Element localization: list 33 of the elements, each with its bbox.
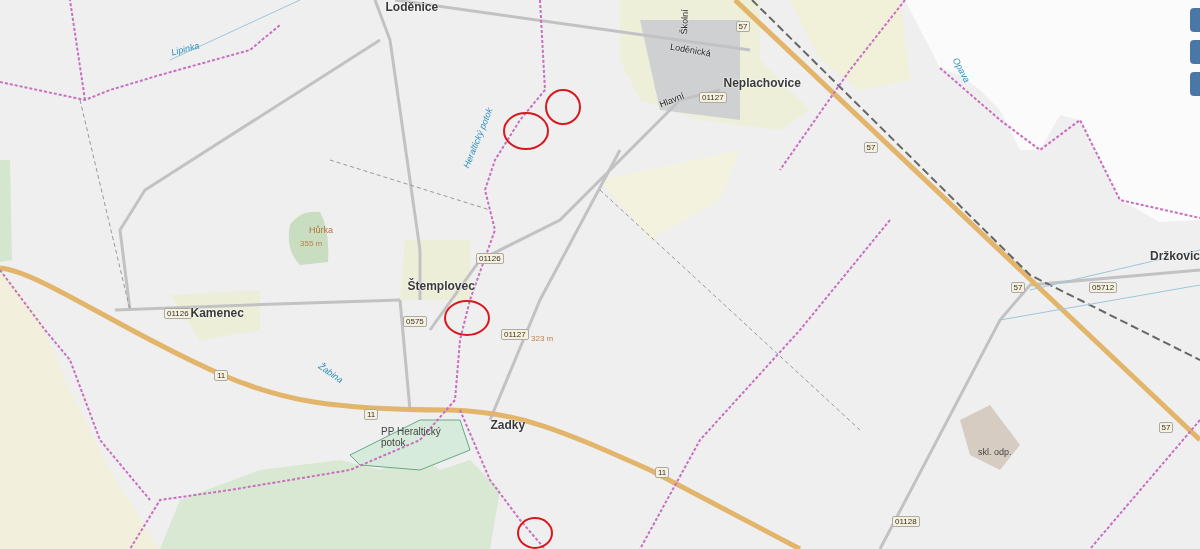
settlement-label: Neplachovice xyxy=(723,76,801,90)
road-number-label: 01126 xyxy=(476,252,504,264)
settlement-label: Loděnice xyxy=(385,0,439,14)
elevation-label: 355 m xyxy=(300,238,323,248)
settlement-label: Štemplovec xyxy=(407,279,475,293)
settlement-label: Držkovic xyxy=(1150,249,1200,263)
street-label: Školní xyxy=(678,9,690,35)
road-number-label: 01127 xyxy=(699,91,727,103)
annotation-circle xyxy=(545,89,581,125)
area-label: PP Heraltický potok xyxy=(381,426,441,448)
settlement-label: Kamenec xyxy=(190,306,244,320)
street-label: Loděnická xyxy=(668,41,712,59)
road-number-label: 01126 xyxy=(164,307,192,319)
road-number-label: 57 xyxy=(1010,281,1026,293)
road-number-label: 11 xyxy=(655,466,670,478)
settlement-label: Zadky xyxy=(490,418,526,432)
stream-label: Lipinka xyxy=(169,40,200,58)
road-number-label: 57 xyxy=(863,141,879,153)
road-number-label: 57 xyxy=(1158,421,1174,433)
landuse-label: skl. odp. xyxy=(978,447,1012,457)
road-number-label: 0575 xyxy=(403,315,427,327)
annotation-circle xyxy=(503,112,549,150)
annotation-circle xyxy=(444,300,490,336)
road-number-label: 57 xyxy=(735,20,751,32)
road-number-label: 11 xyxy=(214,369,229,381)
elevation-label: 323 m xyxy=(531,333,554,343)
peak-label: Hůrka xyxy=(309,225,333,235)
annotation-circle xyxy=(517,517,553,549)
road-number-label: 01128 xyxy=(892,515,920,527)
road-number-label: 05712 xyxy=(1089,281,1118,293)
road-number-label: 11 xyxy=(364,408,379,420)
street-label: Hlavní xyxy=(658,90,686,110)
road-number-label: 01127 xyxy=(501,328,529,340)
